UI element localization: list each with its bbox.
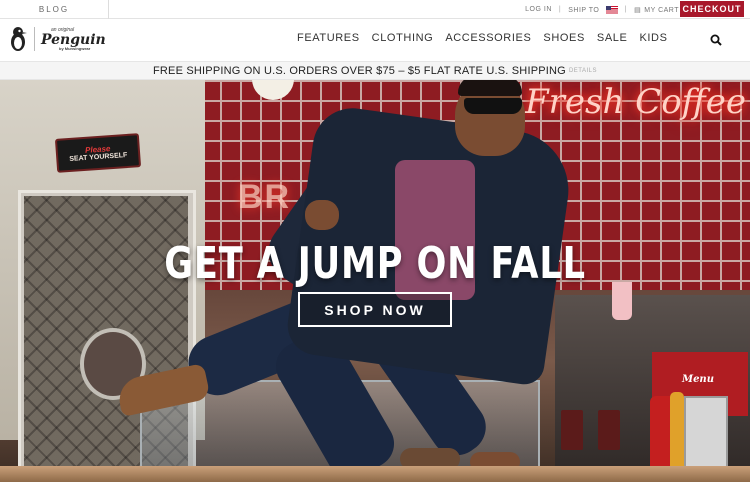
my-cart-label: MY CART	[644, 6, 679, 14]
separator: |	[624, 6, 628, 13]
utility-links: LOG IN | SHIP TO | ▤ MY CART	[525, 0, 679, 19]
neon-sign: Fresh Coffee	[525, 82, 746, 122]
blog-link[interactable]: BLOG	[0, 0, 109, 19]
hero-banner[interactable]: Fresh Coffee BR Please SEAT YOURSELF Men…	[0, 80, 750, 482]
nav-item-sale[interactable]: SALE	[597, 32, 628, 44]
nav-item-shoes[interactable]: SHOES	[543, 32, 585, 44]
nav-item-kids[interactable]: KIDS	[639, 32, 667, 44]
main-nav: FEATURES CLOTHING ACCESSORIES SHOES SALE…	[297, 32, 680, 44]
diner-counter	[0, 466, 750, 482]
nav-item-features[interactable]: FEATURES	[297, 32, 360, 44]
model-hand	[305, 200, 339, 230]
seat-yourself-sign: Please SEAT YOURSELF	[54, 133, 142, 173]
penguin-icon	[11, 27, 27, 51]
brand-logo[interactable]: an original Penguin by Munsingwear	[8, 26, 106, 52]
shipping-promo-bar: FREE SHIPPING ON U.S. ORDERS OVER $75 – …	[0, 61, 750, 80]
ship-to-selector[interactable]: SHIP TO	[568, 5, 618, 14]
us-flag-icon	[605, 5, 618, 14]
shop-now-button[interactable]: SHOP NOW	[298, 292, 452, 327]
cart-icon: ▤	[634, 6, 642, 14]
my-cart-link[interactable]: ▤ MY CART	[634, 6, 679, 14]
soda-glass	[598, 410, 620, 450]
logo-divider	[34, 27, 35, 51]
logo-wordmark: an original Penguin by Munsingwear	[41, 27, 106, 51]
shipping-promo-text: FREE SHIPPING ON U.S. ORDERS OVER $75 – …	[152, 64, 566, 77]
neon-sign-back: BR	[238, 178, 292, 216]
nav-item-clothing[interactable]: CLOTHING	[372, 32, 434, 44]
login-link[interactable]: LOG IN	[525, 6, 552, 13]
nav-item-accessories[interactable]: ACCESSORIES	[445, 32, 531, 44]
model-sunglasses	[464, 98, 522, 114]
utility-bar: BLOG LOG IN | SHIP TO | ▤ MY CART CHECKOU…	[0, 0, 750, 19]
promo-details-link[interactable]: DETAILS	[569, 68, 597, 74]
ship-to-label: SHIP TO	[568, 6, 600, 14]
logo-brand: Penguin	[41, 31, 106, 48]
logo-subline: by Munsingwear	[59, 45, 91, 51]
mustard-bottle	[670, 392, 684, 472]
site-header: an original Penguin by Munsingwear FEATU…	[0, 20, 750, 60]
sign-bottom-text: SEAT YOURSELF	[69, 151, 128, 164]
checkout-button[interactable]: CHECKOUT	[680, 1, 744, 17]
search-icon[interactable]	[710, 34, 722, 46]
model-hair	[458, 80, 522, 96]
separator: |	[558, 6, 562, 13]
soda-glass	[561, 410, 583, 450]
hero-headline: GET A JUMP ON FALL	[164, 238, 586, 289]
napkin-holder	[684, 396, 728, 472]
